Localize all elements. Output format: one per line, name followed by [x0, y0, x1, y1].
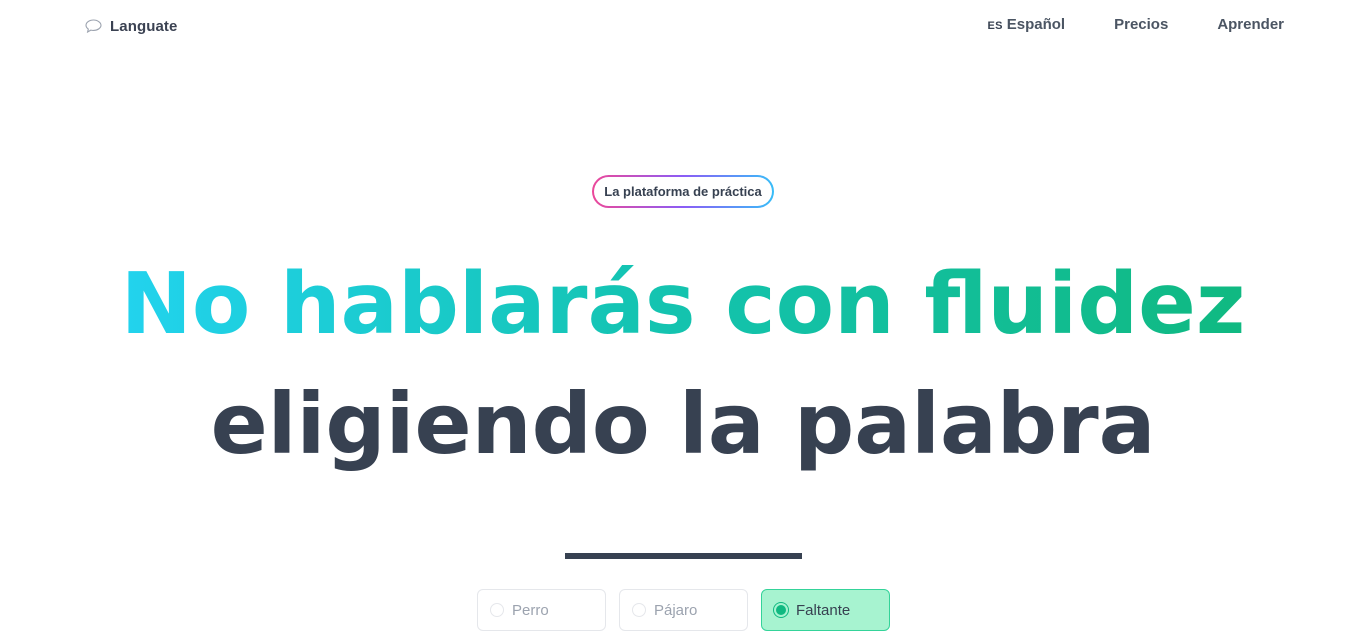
word-options: Perro Pájaro Faltante [477, 589, 890, 631]
language-label: Español [1006, 16, 1066, 33]
radio-unchecked-icon [490, 603, 504, 617]
radio-checked-icon [776, 605, 786, 615]
badge-container: La plataforma de práctica [591, 175, 775, 208]
language-selector[interactable]: ES Español [987, 16, 1065, 33]
language-code: ES [987, 19, 1003, 32]
nav-learn-link[interactable]: Aprender [1217, 16, 1284, 33]
speech-bubble-icon [85, 19, 102, 33]
missing-word-blank [565, 553, 802, 559]
nav-pricing-link[interactable]: Precios [1114, 16, 1168, 33]
option-perro[interactable]: Perro [477, 589, 606, 631]
landing-page: Languate ES Español Precios Aprender La … [0, 0, 1366, 637]
option-label: Perro [512, 601, 549, 619]
logo-text: Languate [110, 17, 178, 35]
option-pajaro[interactable]: Pájaro [619, 589, 748, 631]
option-label: Pájaro [654, 601, 698, 619]
radio-unchecked-icon [632, 603, 646, 617]
hero-headline-line2: eligiendo la palabra [210, 375, 1156, 473]
option-label: Faltante [796, 601, 851, 619]
hero-badge: La plataforma de práctica [592, 175, 774, 208]
logo-link[interactable]: Languate [85, 16, 177, 36]
top-nav: ES Español Precios Aprender [987, 16, 1284, 33]
hero-headline-gradient-text: No hablarás con fluidez [120, 255, 1246, 354]
hero-headline-line1: No hablarás con fluidez [0, 262, 1366, 347]
option-faltante[interactable]: Faltante [761, 589, 890, 631]
